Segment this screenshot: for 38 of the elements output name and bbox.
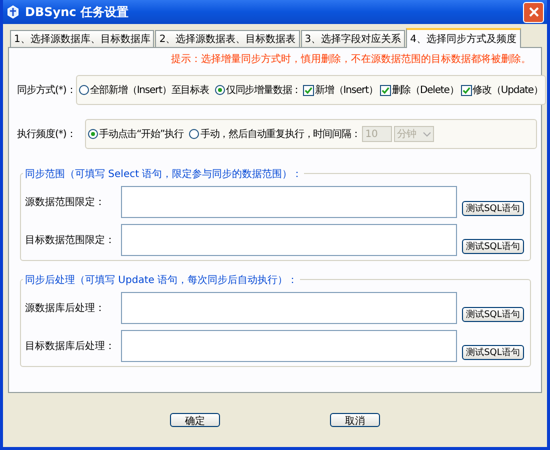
sql-input-field[interactable] <box>121 224 457 256</box>
radio-option[interactable]: 手动，然后自动重复执行，时间间隔： <box>189 127 360 141</box>
tab[interactable]: 2、选择源数据表、目标数据表 <box>155 30 300 47</box>
checkmark-icon <box>462 86 471 94</box>
field-label: 目标数据范围限定： <box>25 234 116 247</box>
group-title: 同步范围（可填写 Select 语句，限定参与同步的数据范围）： <box>23 167 304 181</box>
close-icon <box>528 7 538 17</box>
sql-input-field[interactable] <box>121 292 457 324</box>
radio-option[interactable]: 全部新增（Insert）至目标表 <box>78 83 209 97</box>
checkbox-option[interactable]: 新增（Insert） <box>303 83 378 97</box>
field-label: 同步方式(*)： <box>17 84 76 97</box>
test-sql-button[interactable]: 测试SQL语句 <box>462 345 524 360</box>
checkmark-icon <box>304 86 314 94</box>
tab[interactable]: 3、选择字段对应关系 <box>300 30 406 47</box>
test-sql-button[interactable]: 测试SQL语句 <box>462 239 524 254</box>
field-label: 源数据库后处理： <box>25 302 106 315</box>
hint-text: 提示：选择增量同步方式时，慎用删除，不在源数据范围的目标数据都将被删除。 <box>170 52 532 67</box>
field-label: 执行频度(*)： <box>17 128 77 141</box>
sql-input-field[interactable] <box>121 186 457 218</box>
field-label: 目标数据库后处理： <box>25 340 116 353</box>
dialog-button[interactable]: 取消 <box>330 413 380 427</box>
caret-icon <box>423 132 432 136</box>
test-sql-button[interactable]: 测试SQL语句 <box>462 201 524 216</box>
close-button[interactable] <box>523 2 544 22</box>
checkmark-icon <box>380 86 390 94</box>
checkbox-option[interactable]: 删除（Delete） <box>380 83 459 97</box>
radio-option[interactable]: 仅同步增量数据： <box>214 83 302 97</box>
field-label: 源数据范围限定： <box>25 196 106 209</box>
sql-input-field[interactable] <box>121 330 457 362</box>
app-icon <box>6 5 20 19</box>
dialog-button[interactable]: 确定 <box>170 413 220 427</box>
tab[interactable]: 4、选择同步方式及频度 <box>406 28 520 48</box>
group-title: 同步后处理（可填写 Update 语句，每次同步后自动执行）： <box>23 273 300 287</box>
checkbox-option[interactable]: 修改（Update） <box>460 83 543 97</box>
test-sql-button[interactable]: 测试SQL语句 <box>462 307 524 322</box>
window-title: DBSync 任务设置 <box>25 4 130 20</box>
tab[interactable]: 1、选择源数据库、目标数据库 <box>10 30 154 47</box>
radio-option[interactable]: 手动点击“开始”执行 <box>88 127 184 141</box>
